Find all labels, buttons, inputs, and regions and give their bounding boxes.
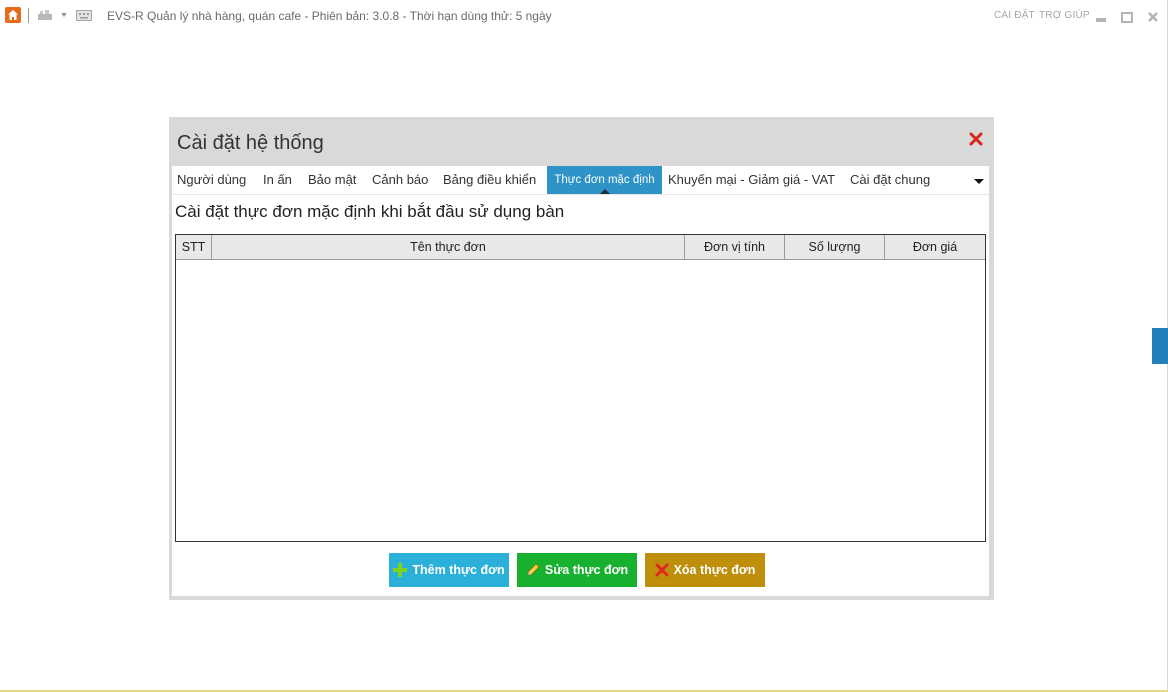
tab-printing[interactable]: In ấn	[263, 166, 292, 194]
close-icon[interactable]	[968, 131, 984, 147]
toolbar-separator	[28, 8, 29, 23]
maximize-icon[interactable]	[1120, 10, 1134, 24]
home-icon[interactable]	[5, 7, 21, 23]
section-title: Cài đặt thực đơn mặc định khi bắt đầu sử…	[175, 202, 565, 221]
column-header-stt[interactable]: STT	[176, 235, 212, 259]
help-link[interactable]: TRỢ GIÚP	[1039, 10, 1090, 21]
edit-menu-button[interactable]: Sửa thực đơn	[517, 553, 637, 587]
settings-dialog: Cài đặt hệ thống Người dùng In ấn Bảo mậ…	[169, 117, 994, 600]
title-bar: EVS-R Quản lý nhà hàng, quán cafe - Phiê…	[0, 0, 1168, 32]
add-menu-button-label: Thêm thực đơn	[412, 563, 505, 577]
pencil-icon	[527, 563, 540, 576]
column-header-price[interactable]: Đơn giá	[885, 235, 985, 259]
column-header-unit[interactable]: Đơn vị tính	[685, 235, 785, 259]
column-header-quantity[interactable]: Số lượng	[785, 235, 885, 259]
delete-menu-button-label: Xóa thực đơn	[673, 563, 756, 577]
tab-security[interactable]: Bảo mật	[308, 166, 356, 194]
column-header-menu-name[interactable]: Tên thực đơn	[212, 235, 685, 259]
table-body[interactable]	[176, 260, 985, 541]
tab-promotions-vat[interactable]: Khuyến mại - Giảm giá - VAT	[668, 166, 835, 194]
side-panel-tab[interactable]	[1152, 328, 1168, 364]
add-menu-button[interactable]: Thêm thực đơn	[389, 553, 509, 587]
tab-general-settings[interactable]: Cài đặt chung	[850, 166, 930, 194]
default-menu-table[interactable]: STT Tên thực đơn Đơn vị tính Số lượng Đơ…	[175, 234, 986, 542]
dialog-body: Người dùng In ấn Bảo mật Cảnh báo Bảng đ…	[172, 166, 989, 596]
dropdown-caret-icon[interactable]	[60, 11, 68, 19]
plus-icon	[393, 563, 408, 577]
keyboard-icon[interactable]	[76, 10, 92, 21]
tab-users[interactable]: Người dùng	[177, 166, 246, 194]
edit-menu-button-label: Sửa thực đơn	[544, 563, 629, 577]
delete-menu-button[interactable]: Xóa thực đơn	[645, 553, 765, 587]
app-window: EVS-R Quản lý nhà hàng, quán cafe - Phiê…	[0, 0, 1168, 692]
tab-dashboard[interactable]: Bảng điều khiển	[443, 166, 536, 194]
window-close-icon[interactable]	[1146, 10, 1160, 24]
minimize-icon[interactable]	[1094, 10, 1108, 24]
chevron-down-icon[interactable]	[972, 174, 986, 188]
tab-alerts[interactable]: Cảnh báo	[372, 166, 428, 194]
active-tab-indicator	[599, 189, 610, 194]
tab-default-menu-label: Thực đơn mặc định	[554, 174, 655, 186]
dialog-title: Cài đặt hệ thống	[177, 132, 324, 154]
tab-default-menu[interactable]: Thực đơn mặc định	[547, 166, 662, 194]
window-title: EVS-R Quản lý nhà hàng, quán cafe - Phiê…	[107, 9, 552, 23]
settings-link[interactable]: CÀI ĐẶT	[994, 10, 1035, 21]
x-icon	[655, 563, 669, 577]
table-header: STT Tên thực đơn Đơn vị tính Số lượng Đơ…	[176, 235, 985, 260]
restaurant-icon[interactable]	[37, 9, 53, 21]
tab-bar: Người dùng In ấn Bảo mật Cảnh báo Bảng đ…	[172, 166, 989, 195]
